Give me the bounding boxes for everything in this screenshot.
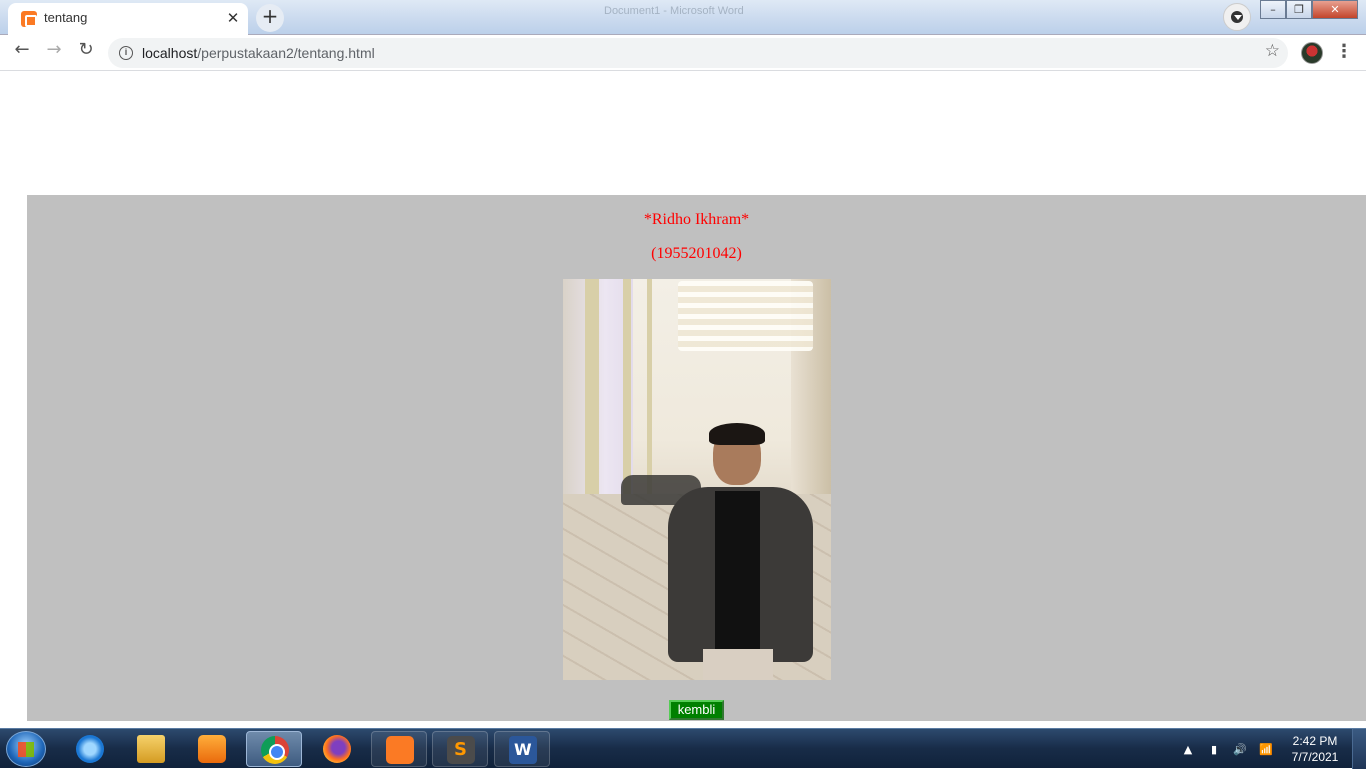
- page-viewport: *Ridho Ikhram* (1955201042) kembli: [0, 72, 1366, 728]
- taskbar-firefox[interactable]: [309, 731, 365, 767]
- taskbar-media-player[interactable]: [184, 731, 240, 767]
- profile-avatar[interactable]: [1301, 42, 1323, 64]
- url-host: localhost: [142, 45, 198, 61]
- sublime-text-icon: [447, 736, 475, 764]
- maximize-button[interactable]: ❐: [1286, 0, 1312, 19]
- author-name: *Ridho Ikhram*: [643, 211, 750, 228]
- clock-date: 7/7/2021: [1291, 750, 1339, 764]
- chrome-icon: [261, 736, 289, 764]
- folder-icon: [137, 735, 165, 763]
- system-tray: ▲ ▮ 🔊 📶: [1180, 735, 1274, 763]
- taskbar-internet-explorer[interactable]: [62, 731, 118, 767]
- internet-explorer-icon: [76, 735, 104, 763]
- firefox-icon: [323, 735, 351, 763]
- xampp-favicon-icon: [21, 11, 37, 27]
- address-bar[interactable]: i localhost/perpustakaan2/tentang.html ☆: [108, 38, 1288, 68]
- window-controls: – ❐ ✕: [1260, 0, 1358, 19]
- minimize-button[interactable]: –: [1260, 0, 1286, 19]
- site-info-icon[interactable]: i: [119, 46, 133, 60]
- browser-toolbar: ← → ↻ i localhost/perpustakaan2/tentang.…: [0, 35, 1366, 71]
- clock-time: 2:42 PM: [1292, 734, 1338, 748]
- bookmark-star-icon[interactable]: ☆: [1265, 41, 1280, 61]
- start-button[interactable]: [6, 731, 46, 767]
- taskbar-windows-explorer[interactable]: [123, 731, 179, 767]
- tab-tentang[interactable]: tentang ✕: [8, 3, 248, 35]
- word-icon: [509, 736, 537, 764]
- url-path: /perpustakaan2/tentang.html: [197, 45, 375, 61]
- show-hidden-icons-icon[interactable]: ▲: [1180, 743, 1196, 756]
- taskbar-microsoft-word[interactable]: [494, 731, 550, 767]
- url-text[interactable]: localhost/perpustakaan2/tentang.html: [142, 45, 375, 61]
- back-arrow-icon[interactable]: ←: [8, 39, 36, 67]
- xampp-icon: [386, 736, 414, 764]
- author-photo: [563, 279, 831, 680]
- back-button[interactable]: kembli: [669, 700, 724, 720]
- tab-search-dropdown-icon[interactable]: [1223, 3, 1251, 31]
- battery-icon[interactable]: ▮: [1206, 743, 1222, 756]
- tab-title: tentang: [44, 10, 88, 25]
- taskbar-sublime-text[interactable]: [432, 731, 488, 767]
- network-icon[interactable]: 📶: [1258, 743, 1274, 756]
- show-desktop-button[interactable]: [1352, 729, 1366, 769]
- close-window-button[interactable]: ✕: [1312, 0, 1358, 19]
- taskbar-google-chrome[interactable]: [246, 731, 302, 767]
- new-tab-button[interactable]: +: [256, 4, 284, 32]
- forward-arrow-icon[interactable]: →: [40, 39, 68, 67]
- background-window-title: Document1 - Microsoft Word: [604, 5, 744, 17]
- media-player-icon: [198, 735, 226, 763]
- menu-kebab-icon[interactable]: ⋮: [1334, 41, 1354, 65]
- browser-titlebar: Document1 - Microsoft Word tentang ✕ + –…: [0, 0, 1366, 35]
- author-id-number: (1955201042): [651, 245, 742, 262]
- close-tab-icon[interactable]: ✕: [224, 9, 242, 27]
- about-panel: *Ridho Ikhram* (1955201042) kembli: [27, 195, 1366, 721]
- windows-taskbar: ▲ ▮ 🔊 📶 2:42 PM 7/7/2021: [0, 728, 1366, 769]
- clock[interactable]: 2:42 PM 7/7/2021: [1283, 733, 1347, 765]
- volume-icon[interactable]: 🔊: [1232, 743, 1248, 756]
- taskbar-xampp[interactable]: [371, 731, 427, 767]
- reload-icon[interactable]: ↻: [72, 39, 100, 67]
